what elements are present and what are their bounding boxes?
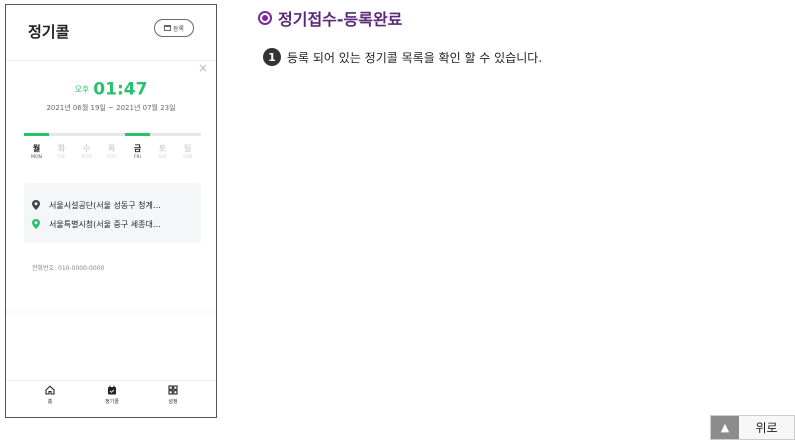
call-time-clock: 01:47 [93, 79, 148, 100]
weekday-label: 목 [107, 144, 116, 153]
weekday-abbr: WED [81, 155, 92, 160]
route-card[interactable]: 서울시설공단(서울 성동구 청계… 서울특별시청(서울 중구 세종대… [24, 183, 201, 243]
section-title: 정기접수-등록완료 [278, 10, 403, 29]
weekday-abbr: MON [31, 155, 42, 160]
step-description: 1 등록 되어 있는 정기콜 목록을 확인 할 수 있습니다. [263, 48, 542, 66]
nav-settings-label: 설정 [168, 399, 178, 405]
call-time: 오후 01:47 [6, 79, 216, 100]
route-destination-text: 서울특별시청(서울 중구 세종대… [49, 219, 161, 229]
weekday-label: 수 [82, 144, 91, 153]
scroll-top-label: 위로 [755, 421, 778, 435]
weekday-abbr: SAT [158, 155, 167, 160]
close-icon[interactable]: × [198, 61, 208, 75]
origin-pin-icon [32, 200, 40, 210]
weekday-indicator [74, 133, 99, 136]
step-number-badge: 1 [263, 48, 281, 66]
phone-number: 전화번호: 010-0000-0000 [32, 265, 105, 272]
phone-mockup: 정기콜 등록 × 오후 01:47 2021년 06월 19일 ~ 2021년 0… [5, 4, 217, 418]
weekday-thu[interactable]: 목 THU [99, 143, 124, 161]
weekday-abbr: THU [106, 155, 117, 160]
weekday-sun[interactable]: 일 SUN [175, 143, 200, 161]
weekday-indicator [99, 133, 124, 136]
weekday-label: 화 [57, 144, 66, 153]
calendar-icon [108, 385, 116, 395]
bottom-nav: 홈 정기콜 설정 [6, 380, 216, 417]
weekday-label: 토 [158, 144, 167, 153]
weekday-abbr: FRI [133, 155, 142, 160]
weekday-mon[interactable]: 월 MON [24, 133, 49, 161]
weekday-label: 일 [183, 144, 192, 153]
weekday-wed[interactable]: 수 WED [74, 143, 99, 161]
date-range: 2021년 06월 19일 ~ 2021년 07월 23일 [46, 104, 176, 112]
phone-header: 정기콜 등록 [6, 5, 216, 57]
route-origin-text: 서울시설공단(서울 성동구 청계… [49, 200, 161, 210]
section-separator [6, 309, 216, 315]
weekday-indicator [24, 133, 49, 136]
scroll-top-button[interactable]: ▲ 위로 [710, 415, 795, 440]
calendar-icon [163, 25, 171, 31]
weekday-fri[interactable]: 금 FRI [125, 133, 150, 161]
weekday-indicator [125, 133, 150, 136]
nav-home[interactable]: 홈 [35, 385, 65, 405]
weekday-label: 월 [32, 144, 41, 153]
nav-home-label: 홈 [47, 399, 53, 405]
route-destination: 서울특별시청(서울 중구 세종대… [32, 217, 161, 231]
route-origin: 서울시설공단(서울 성동구 청계… [32, 198, 161, 212]
weekday-abbr: TUE [57, 155, 66, 160]
grid-icon [168, 385, 178, 395]
nav-settings[interactable]: 설정 [158, 385, 188, 405]
call-time-ampm: 오후 [74, 85, 90, 94]
weekday-sat[interactable]: 토 SAT [150, 143, 175, 161]
weekday-abbr: SUN [182, 155, 193, 160]
nav-regular-call[interactable]: 정기콜 [97, 385, 127, 405]
phone-title: 정기콜 [28, 23, 70, 41]
register-button[interactable]: 등록 [154, 19, 194, 37]
weekday-indicator [175, 133, 200, 136]
nav-regular-call-label: 정기콜 [105, 399, 119, 405]
weekday-tue[interactable]: 화 TUE [49, 143, 74, 161]
register-button-label: 등록 [172, 25, 185, 33]
step-description-text: 등록 되어 있는 정기콜 목록을 확인 할 수 있습니다. [287, 50, 543, 65]
section-heading: 정기접수-등록완료 [258, 6, 402, 30]
weekday-selector: 월 MON 화 TUE 수 WED 목 THU 금 FRI 토 SAT 일 SU… [24, 133, 201, 169]
weekday-indicator [49, 133, 74, 136]
arrow-up-icon: ▲ [711, 416, 739, 439]
bullet-radio-icon [258, 11, 272, 25]
weekday-label: 금 [133, 144, 142, 153]
destination-pin-icon [32, 219, 40, 229]
weekday-indicator [150, 133, 175, 136]
header-divider [6, 60, 216, 61]
home-icon [45, 385, 55, 395]
